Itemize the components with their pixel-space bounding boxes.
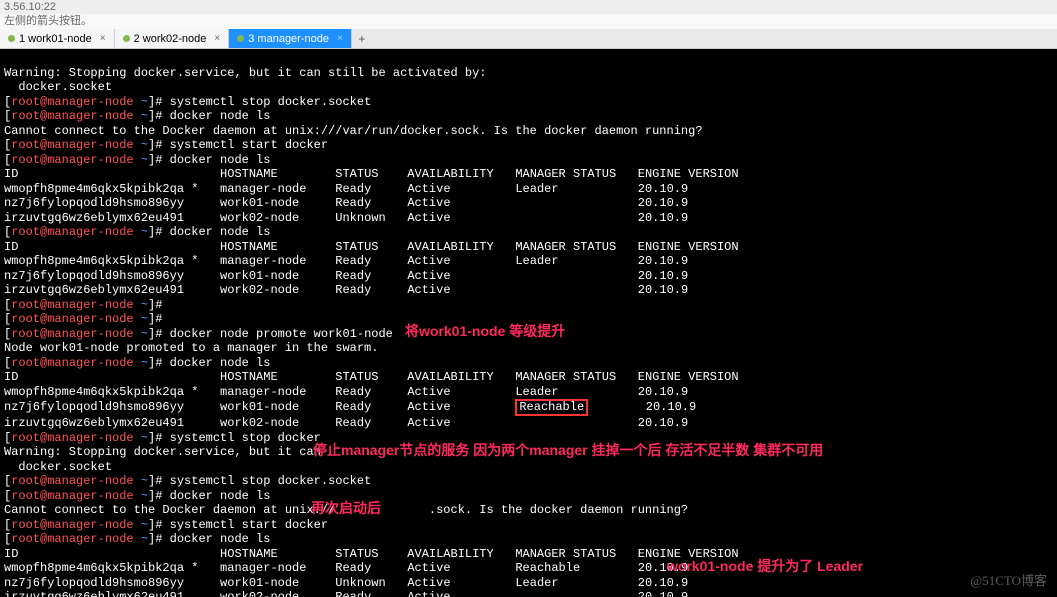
tab-work02[interactable]: 2 work02-node × xyxy=(115,29,230,48)
annotation-leader: work01-node 提升为了 Leader xyxy=(667,559,863,574)
tab-label: 3 manager-node xyxy=(248,33,329,45)
close-icon[interactable]: × xyxy=(100,33,106,44)
row: irzuvtgq6wz6eblymx62eu491 work02-node Re… xyxy=(4,590,688,597)
reachable-highlight: Reachable xyxy=(515,399,588,416)
row: nz7j6fylopqodld9hsmo896yy work01-node Re… xyxy=(4,196,688,210)
row: wmopfh8pme4m6qkx5kpibk2qa * manager-node… xyxy=(4,561,688,575)
prompt-user: root@manager-node xyxy=(11,95,133,109)
warn-line: Warning: Stopping docker.service, but it… xyxy=(4,445,321,459)
window-time: 3.56.10:22 xyxy=(0,0,1057,14)
cmd: docker node ls xyxy=(162,532,270,546)
cmd: docker node promote work01-node xyxy=(162,327,392,341)
cmd: docker node ls xyxy=(162,109,270,123)
row: irzuvtgq6wz6eblymx62eu491 work02-node Re… xyxy=(4,416,688,430)
tab-manager[interactable]: 3 manager-node × xyxy=(229,29,352,48)
row: irzuvtgq6wz6eblymx62eu491 work02-node Re… xyxy=(4,283,688,297)
error-line: Cannot connect to the Docker daemon at u… xyxy=(4,503,335,517)
warn-line: Warning: Stopping docker.service, but it… xyxy=(4,66,486,80)
cmd: systemctl stop docker xyxy=(162,431,320,445)
close-icon[interactable]: × xyxy=(214,33,220,44)
row: nz7j6fylopqodld9hsmo896yy work01-node Re… xyxy=(4,400,696,414)
status-dot-icon xyxy=(8,35,15,42)
row: wmopfh8pme4m6qkx5kpibk2qa * manager-node… xyxy=(4,385,688,399)
terminal-output[interactable]: Warning: Stopping docker.service, but it… xyxy=(0,49,1057,597)
warn-line2: docker.socket xyxy=(4,460,112,474)
close-icon[interactable]: × xyxy=(337,33,343,44)
annotation-promote: 将work01-node 等级提升 xyxy=(405,324,565,339)
row: wmopfh8pme4m6qkx5kpibk2qa * manager-node… xyxy=(4,254,688,268)
tab-work01[interactable]: 1 work01-node × xyxy=(0,29,115,48)
warn-line2: docker.socket xyxy=(4,80,112,94)
status-dot-icon xyxy=(237,35,244,42)
prompt-path: ~ xyxy=(141,95,148,109)
tab-label: 2 work02-node xyxy=(134,33,207,45)
cmd: systemctl stop docker.socket xyxy=(162,474,371,488)
promote-msg: Node work01-node promoted to a manager i… xyxy=(4,341,378,355)
add-tab-button[interactable]: + xyxy=(352,29,372,48)
row: wmopfh8pme4m6qkx5kpibk2qa * manager-node… xyxy=(4,182,688,196)
error-line: Cannot connect to the Docker daemon at u… xyxy=(4,124,703,138)
hint-text: 左侧的箭头按钮。 xyxy=(0,14,1057,29)
cmd: docker node ls xyxy=(162,356,270,370)
cmd: systemctl start docker xyxy=(162,518,328,532)
tab-label: 1 work01-node xyxy=(19,33,92,45)
watermark: @51CTO博客 xyxy=(970,570,1047,589)
cmd: docker node ls xyxy=(162,225,270,239)
cmd: docker node ls xyxy=(162,489,270,503)
row: nz7j6fylopqodld9hsmo896yy work01-node Re… xyxy=(4,269,688,283)
cmd: systemctl start docker xyxy=(162,138,328,152)
status-dot-icon xyxy=(123,35,130,42)
tab-strip: 1 work01-node × 2 work02-node × 3 manage… xyxy=(0,29,1057,49)
row: nz7j6fylopqodld9hsmo896yy work01-node Un… xyxy=(4,576,688,590)
annotation-stop-service: 停止manager节点的服务 因为两个manager 挂掉一个后 存活不足半数 … xyxy=(313,443,823,458)
annotation-restart: 再次启动后 xyxy=(311,501,381,516)
cmd: docker node ls xyxy=(162,153,270,167)
cmd: systemctl stop docker.socket xyxy=(162,95,371,109)
row: irzuvtgq6wz6eblymx62eu491 work02-node Un… xyxy=(4,211,688,225)
